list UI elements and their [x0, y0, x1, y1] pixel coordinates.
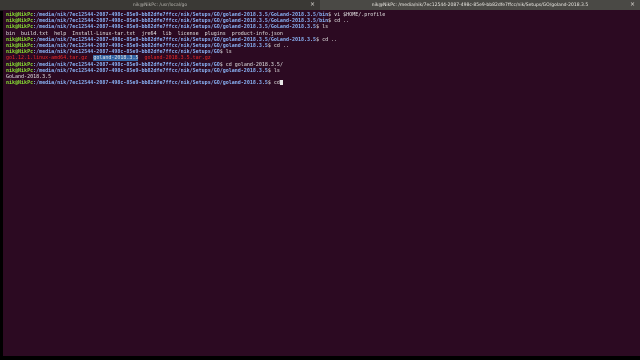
prompt-path: :/media/nik/7ec12544-2087-498c-85e9-bb82… — [33, 42, 268, 49]
tab-title: nik@NikPc: /media/nik/7ec12544-2087-498c… — [371, 2, 589, 8]
prompt-path: :/media/nik/7ec12544-2087-498c-85e9-bb82… — [33, 49, 220, 56]
command-text: $ cd — [267, 80, 280, 87]
prompt-user: nik@NikPc — [6, 42, 34, 49]
prompt-path: :/media/nik/7ec12544-2087-498c-85e9-bb82… — [33, 61, 220, 68]
prompt-path: :/media/nik/7ec12544-2087-498c-85e9-bb82… — [33, 12, 329, 18]
prompt-path: :/media/nik/7ec12544-2087-498c-85e9-bb82… — [33, 80, 268, 87]
close-icon[interactable]: × — [629, 1, 636, 8]
command-output: GoLand-2018.3.5 — [6, 73, 52, 80]
terminal-output-area[interactable]: nik@NikPc:/media/nik/7ec12544-2087-498c-… — [3, 10, 640, 356]
command-text: $ vi $HOME/.profile — [328, 12, 386, 18]
listing-entry: goland-2018.3.5 — [93, 55, 139, 62]
prompt-user: nik@NikPc — [6, 24, 34, 31]
terminal-line: nik@NikPc:/media/nik/7ec12544-2087-498c-… — [6, 80, 637, 86]
tab-title: nik@NikPc: /usr/local/go — [132, 2, 188, 8]
prompt-user: nik@NikPc — [6, 12, 34, 18]
prompt-user: nik@NikPc — [6, 67, 34, 74]
terminal-tab-1[interactable]: nik@NikPc: /usr/local/go × — [0, 0, 320, 10]
prompt-user: nik@NikPc — [6, 18, 34, 25]
prompt-path: :/media/nik/7ec12544-2087-498c-85e9-bb82… — [33, 36, 317, 43]
prompt-path: :/media/nik/7ec12544-2087-498c-85e9-bb82… — [33, 67, 268, 74]
command-text: $ ls — [316, 24, 329, 31]
prompt-path: :/media/nik/7ec12544-2087-498c-85e9-bb82… — [33, 24, 317, 31]
command-text: $ cd .. — [316, 36, 338, 43]
prompt-path: :/media/nik/7ec12544-2087-498c-85e9-bb82… — [33, 18, 329, 25]
command-text: $ ls — [219, 49, 232, 56]
command-text: $ cd goland-2018.3.5/ — [219, 61, 283, 68]
command-text: $ ls — [267, 67, 280, 74]
listing-entry: goland-2018.3.5.tar.gz — [144, 55, 211, 62]
prompt-user: nik@NikPc — [6, 36, 34, 43]
command-text: $ cd .. — [267, 42, 289, 49]
terminal-cursor — [279, 80, 283, 86]
listing-entry: go1.12.1.linux-amd64.tar.gz — [6, 55, 88, 62]
terminal-tab-2[interactable]: nik@NikPc: /media/nik/7ec12544-2087-498c… — [320, 0, 640, 10]
prompt-user: nik@NikPc — [6, 61, 34, 68]
desktop-screen: nik@NikPc: /usr/local/go × nik@NikPc: /m… — [0, 0, 640, 360]
prompt-user: nik@NikPc — [6, 49, 34, 56]
close-icon[interactable]: × — [309, 1, 316, 8]
command-text: $ cd .. — [328, 18, 350, 25]
prompt-user: nik@NikPc — [6, 80, 34, 87]
command-output: bin build.txt help Install-Linux-tar.txt… — [6, 30, 283, 37]
